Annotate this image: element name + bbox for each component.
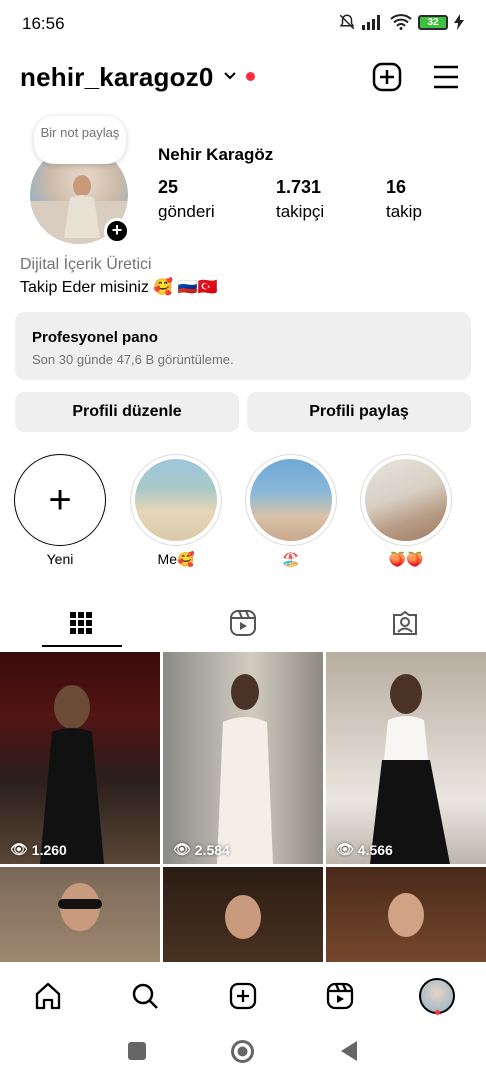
reels-icon: [326, 982, 354, 1010]
stat-posts[interactable]: 25 gönderi: [158, 177, 215, 222]
tab-posts[interactable]: [0, 597, 162, 649]
view-count: 👁 4.566: [336, 841, 393, 858]
tagged-icon: [393, 610, 417, 635]
nav-search[interactable]: [125, 976, 165, 1016]
profile-tabs: [0, 597, 486, 649]
stat-number: 25: [158, 177, 179, 197]
grid-icon: [70, 612, 92, 634]
post-thumbnail[interactable]: [163, 867, 323, 962]
profile-bio: Takip Eder misiniz 🥰 🇷🇺🇹🇷: [20, 279, 218, 296]
tab-reels[interactable]: [162, 597, 324, 649]
wifi-icon: [390, 14, 412, 30]
stat-label: takipçi: [276, 202, 325, 221]
profile-header: nehir_karagoz0: [0, 58, 486, 100]
highlight-ring: [360, 454, 452, 546]
charging-icon: [454, 14, 464, 30]
add-story-button[interactable]: +: [104, 218, 130, 244]
notification-dot: [246, 72, 255, 81]
professional-dashboard[interactable]: Profesyonel pano Son 30 günde 47,6 B gör…: [15, 312, 471, 380]
search-icon: [132, 983, 158, 1009]
back-icon[interactable]: [339, 1040, 359, 1062]
share-profile-button[interactable]: Profili paylaş: [247, 392, 471, 432]
eye-icon: 👁: [173, 841, 191, 857]
username-switcher[interactable]: nehir_karagoz0: [20, 62, 214, 93]
bottom-navigation: [0, 962, 486, 1024]
battery-icon: 32: [418, 14, 448, 30]
stat-number: 1.731: [276, 177, 322, 197]
posts-grid: 👁 1.260 👁 2.584 👁 4.566: [0, 652, 486, 962]
highlight-item[interactable]: 🏖️: [245, 454, 337, 568]
eye-icon: 👁: [10, 841, 28, 857]
chevron-down-icon[interactable]: [222, 68, 238, 84]
post-thumbnail[interactable]: [0, 867, 160, 962]
plus-icon: +: [14, 454, 106, 546]
highlight-cover: [135, 459, 217, 541]
display-name: Nehir Karagöz: [158, 145, 274, 164]
nav-home[interactable]: [28, 976, 68, 1016]
note-bubble[interactable]: Bir not paylaş: [34, 116, 126, 164]
post-thumbnail[interactable]: [326, 867, 486, 962]
stat-label: gönderi: [158, 202, 215, 221]
highlight-item[interactable]: Me🥰: [130, 454, 222, 568]
active-tab-indicator: [42, 645, 122, 647]
view-count: 👁 1.260: [10, 841, 67, 858]
profile-avatar: [419, 978, 455, 1014]
highlight-ring: [245, 454, 337, 546]
highlight-cover: [250, 459, 332, 541]
recents-icon[interactable]: [127, 1041, 147, 1061]
add-post-icon[interactable]: [372, 62, 402, 92]
tab-tagged[interactable]: [324, 597, 486, 649]
highlight-new[interactable]: + Yeni: [14, 454, 106, 567]
view-count-value: 1.260: [31, 841, 67, 858]
notification-dot: [435, 1010, 440, 1015]
home-circle-icon[interactable]: [230, 1039, 255, 1064]
view-count-value: 2.584: [194, 841, 230, 858]
mute-icon: [339, 14, 355, 30]
stat-followers[interactable]: 1.731 takipçi: [276, 177, 324, 222]
highlight-label: 🏖️: [282, 551, 300, 567]
reels-icon: [230, 610, 256, 636]
highlight-item[interactable]: 🍑🍑: [360, 454, 452, 568]
highlight-ring: [130, 454, 222, 546]
status-bar: 16:56 32: [0, 0, 486, 48]
status-time: 16:56: [22, 14, 65, 33]
home-icon: [35, 982, 61, 1010]
highlight-label: 🍑🍑: [388, 551, 424, 567]
profile-category: Dijital İçerik Üretici: [20, 256, 152, 273]
create-icon: [229, 982, 257, 1010]
highlight-label: Yeni: [46, 551, 74, 567]
post-thumbnail[interactable]: 👁 2.584: [163, 652, 323, 864]
menu-icon[interactable]: [432, 64, 460, 90]
stat-number: 16: [386, 177, 407, 197]
nav-reels[interactable]: [320, 976, 360, 1016]
eye-icon: 👁: [336, 841, 354, 857]
post-thumbnail[interactable]: 👁 1.260: [0, 652, 160, 864]
edit-profile-button[interactable]: Profili düzenle: [15, 392, 239, 432]
highlight-cover: [365, 459, 447, 541]
signal-icon: [362, 15, 380, 30]
system-navigation: [0, 1024, 486, 1080]
view-count: 👁 2.584: [173, 841, 230, 858]
dashboard-subtitle: Son 30 günde 47,6 B görüntüleme.: [32, 352, 234, 367]
status-icons: 32: [338, 13, 464, 31]
nav-create[interactable]: [223, 976, 263, 1016]
stat-following[interactable]: 16 takip: [386, 177, 422, 222]
view-count-value: 4.566: [357, 841, 393, 858]
dashboard-title: Profesyonel pano: [32, 329, 158, 346]
stat-label: takip: [386, 202, 422, 221]
post-thumbnail[interactable]: 👁 4.566: [326, 652, 486, 864]
highlight-label: Me🥰: [157, 551, 195, 567]
